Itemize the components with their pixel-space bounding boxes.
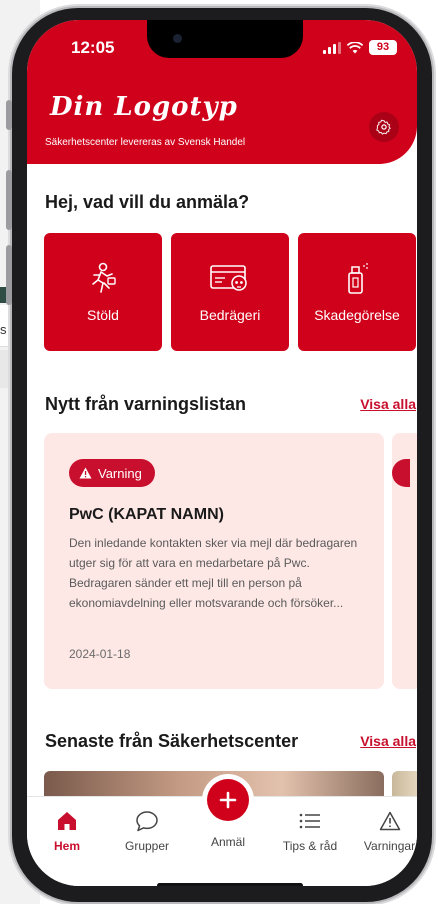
latest-see-all-link[interactable]: Visa alla: [360, 733, 416, 749]
latest-heading: Senaste från Säkerhetscenter: [45, 731, 299, 751]
settings-button[interactable]: [369, 112, 399, 142]
battery-icon: 93: [369, 40, 397, 55]
app-logo: Din Logotyp: [50, 92, 238, 122]
status-icons: 93: [323, 40, 397, 55]
dynamic-island: [147, 20, 303, 58]
tab-label: Hem: [53, 839, 80, 853]
category-stold[interactable]: Stöld: [44, 233, 162, 351]
volume-up-button: [6, 170, 12, 230]
warning-title: PwC (KAPAT NAMN): [69, 506, 224, 523]
background-text: s: [0, 322, 7, 337]
signal-icon: [323, 41, 341, 54]
tab-label: Anmäl: [210, 835, 245, 849]
warnings-see-all-link[interactable]: Visa alla: [360, 396, 416, 412]
warning-card-next[interactable]: ac De be Ad ek 20: [392, 433, 417, 689]
gear-icon: [376, 119, 391, 135]
bottom-tab-bar: Hem Grupper Anmäl Tips & råd Varningar: [27, 779, 417, 886]
tab-label: Varningar: [363, 839, 416, 853]
status-time: 12:05: [71, 38, 115, 57]
report-heading: Hej, vad vill du anmäla?: [45, 192, 250, 212]
warning-badge: Varning: [69, 459, 155, 487]
mute-switch: [6, 100, 12, 130]
list-icon: [299, 813, 320, 829]
phone-screen: 12:05 93 Din Logotyp Säkerhetscenter lev…: [27, 20, 417, 886]
tab-anmal[interactable]: Anmäl: [188, 835, 268, 849]
category-label: Stöld: [87, 307, 119, 323]
category-label: Bedrägeri: [199, 307, 261, 323]
volume-down-button: [6, 245, 12, 305]
warning-card[interactable]: Varning PwC (KAPAT NAMN) Den inledande k…: [44, 433, 384, 689]
warnings-heading: Nytt från varningslistan: [45, 394, 247, 414]
warning-triangle-icon: [379, 811, 400, 831]
camera-icon: [173, 34, 182, 43]
warning-date: 2024-01-18: [69, 647, 131, 661]
category-bedrageri[interactable]: Bedrägeri: [171, 233, 289, 351]
tagline: Säkerhetscenter levereras av Svensk Hand…: [45, 137, 246, 148]
tab-tips-rad[interactable]: Tips & råd: [270, 809, 350, 853]
app-header: 12:05 93 Din Logotyp Säkerhetscenter lev…: [27, 20, 417, 164]
home-icon: [58, 812, 76, 830]
category-label: Skadegörelse: [314, 307, 400, 323]
tab-label: Tips & råd: [282, 839, 338, 853]
running-thief-icon: [92, 262, 116, 293]
warning-badge: [392, 459, 410, 487]
category-skadegorelse[interactable]: Skadegörelse: [298, 233, 416, 351]
report-categories: Stöld Bedrägeri Skadegörelse: [44, 233, 417, 351]
tab-label: Grupper: [124, 839, 170, 853]
warning-description: Den inledande kontakten sker via mejl dä…: [69, 536, 358, 610]
plus-icon: [219, 791, 237, 809]
tab-varningar[interactable]: Varningar: [352, 809, 417, 853]
tab-hem[interactable]: Hem: [27, 809, 107, 853]
skull-card-icon: [210, 265, 247, 291]
tab-grupper[interactable]: Grupper: [107, 809, 187, 853]
spray-can-icon: [348, 263, 368, 294]
report-fab-button[interactable]: [207, 779, 249, 821]
wifi-icon: [347, 41, 363, 53]
chat-bubble-icon: [136, 811, 158, 832]
warning-triangle-icon: [79, 467, 92, 479]
home-indicator[interactable]: [157, 883, 303, 886]
badge-label: Varning: [98, 465, 142, 481]
